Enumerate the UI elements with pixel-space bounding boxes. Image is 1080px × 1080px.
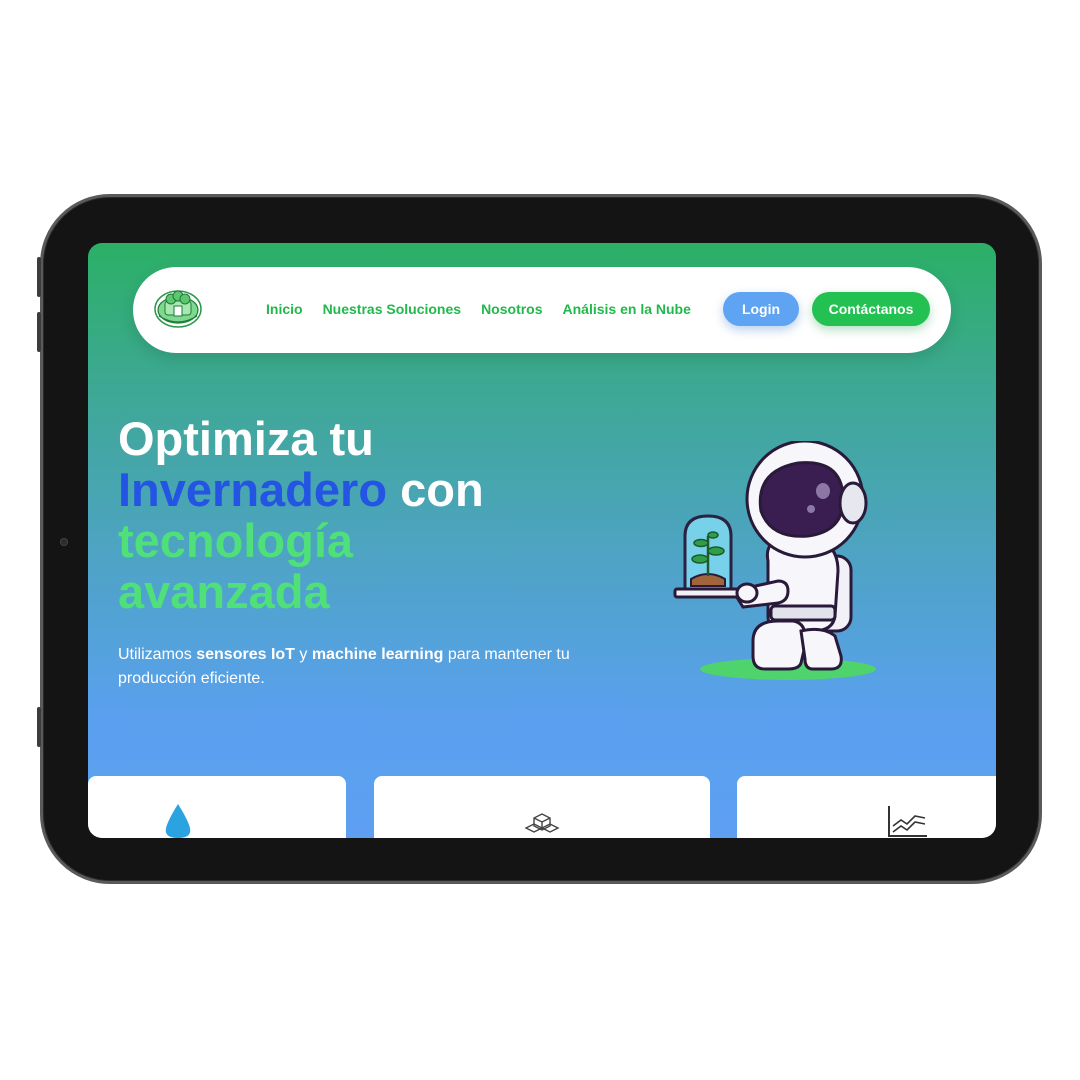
camera-icon (60, 538, 68, 546)
feature-card-chart[interactable] (737, 776, 996, 838)
hero-title-line1: Optimiza tu (118, 412, 374, 465)
tablet-frame: Inicio Nuestras Soluciones Nosotros Anál… (37, 194, 1042, 884)
hero-title-line4: avanzada (118, 565, 330, 618)
nav-link-soluciones[interactable]: Nuestras Soluciones (323, 301, 462, 317)
water-drop-icon (165, 804, 191, 838)
chart-icon (888, 806, 927, 837)
feature-card-cubes[interactable] (374, 776, 710, 838)
hero-title: Optimiza tu Invernadero con tecnología a… (118, 413, 484, 617)
hero-sub-text: Utilizamos (118, 646, 197, 663)
navbar: Inicio Nuestras Soluciones Nosotros Anál… (133, 267, 951, 353)
hero-sub-bold: sensores IoT (196, 646, 295, 663)
nav-link-nosotros[interactable]: Nosotros (481, 301, 542, 317)
cubes-icon (524, 813, 560, 833)
nav-links: Inicio Nuestras Soluciones Nosotros Anál… (266, 301, 691, 317)
astronaut-illustration (673, 441, 876, 680)
volume-button (37, 257, 41, 297)
hero-sub-bold: machine learning (311, 646, 444, 663)
contact-button[interactable]: Contáctanos (812, 292, 930, 326)
hero-title-line3: tecnología (118, 514, 354, 567)
hero-subtitle: Utilizamos sensores IoT y machine learni… (118, 643, 618, 691)
hero-title-con: con (400, 463, 484, 516)
logo-icon[interactable] (153, 286, 203, 332)
power-button (37, 707, 41, 747)
login-button[interactable]: Login (723, 292, 799, 326)
web-page: Inicio Nuestras Soluciones Nosotros Anál… (88, 243, 996, 838)
nav-link-inicio[interactable]: Inicio (266, 301, 303, 317)
hero-title-highlight: Invernadero (118, 463, 388, 516)
volume-button (37, 312, 41, 352)
feature-card-water[interactable] (88, 776, 346, 838)
hero-sub-text: y (294, 646, 312, 663)
nav-link-analisis[interactable]: Análisis en la Nube (563, 301, 691, 317)
